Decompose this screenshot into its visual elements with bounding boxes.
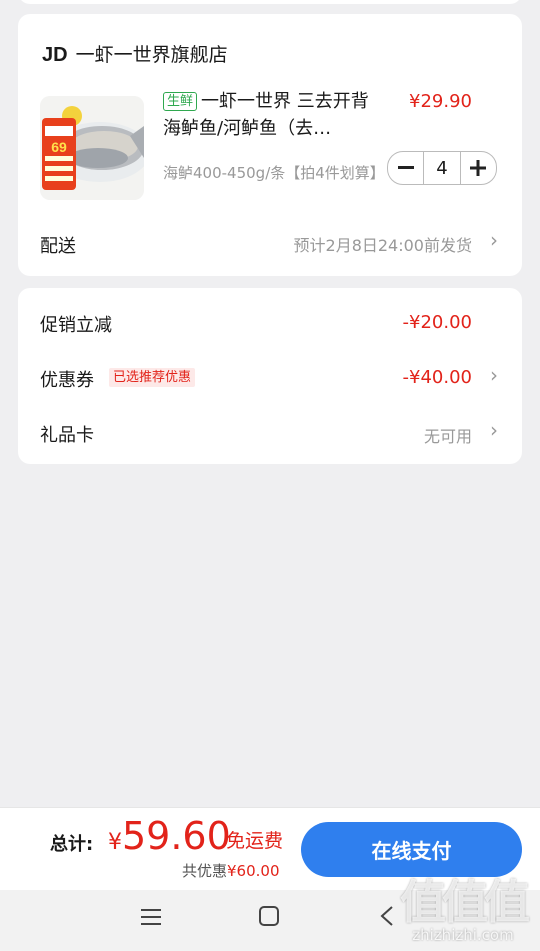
total-amount: ¥59.60: [108, 814, 231, 858]
currency-symbol: ¥: [108, 830, 122, 855]
back-icon[interactable]: [380, 904, 394, 932]
store-brand: JD: [42, 44, 68, 66]
product-price: ¥29.90: [409, 91, 472, 112]
image-badge-price: 69: [51, 139, 67, 155]
total-number: 59.60: [122, 814, 231, 858]
home-square-icon[interactable]: [259, 904, 279, 932]
store-card: JD 一虾一世界旗舰店 69 生鲜 一虾一世界 三去开背海鲈鱼/河鲈鱼（去… ¥29…: [18, 14, 522, 276]
store-name: 一虾一世界旗舰店: [75, 44, 228, 66]
discount-summary: 共优惠¥60.00: [182, 860, 280, 881]
promo-value: -¥20.00: [402, 312, 472, 333]
giftcard-value[interactable]: 无可用: [424, 423, 472, 447]
store-title[interactable]: JD 一虾一世界旗舰店: [42, 40, 228, 67]
chevron-right-icon[interactable]: ›: [490, 363, 498, 387]
discount-amount: ¥60.00: [227, 862, 280, 880]
coupon-label: 优惠券: [40, 370, 94, 391]
coupon-tag: 已选推荐优惠: [109, 368, 196, 387]
free-shipping-label: 免运费: [226, 830, 284, 852]
product-image[interactable]: 69: [40, 96, 144, 200]
chevron-right-icon[interactable]: ›: [490, 228, 498, 252]
promotions-card: 促销立减 -¥20.00 优惠券 已选推荐优惠 -¥40.00 › 礼品卡 无可…: [18, 288, 522, 464]
discount-label: 共优惠: [182, 862, 228, 880]
watermark-url: zhizhizhi.com: [412, 926, 514, 944]
delivery-label: 配送: [40, 236, 76, 257]
menu-icon[interactable]: [141, 904, 161, 932]
promo-label: 促销立减: [40, 315, 112, 336]
coupon-value[interactable]: -¥40.00: [403, 367, 472, 388]
chevron-right-icon[interactable]: ›: [490, 418, 498, 442]
minus-icon[interactable]: [388, 152, 423, 184]
quantity-value[interactable]: 4: [423, 152, 461, 184]
watermark-logo: 值值值: [400, 875, 530, 929]
fish-image-icon: 69: [40, 96, 144, 200]
previous-card-edge: [18, 0, 522, 4]
quantity-stepper: 4: [387, 151, 497, 185]
fresh-tag: 生鲜: [163, 92, 198, 111]
giftcard-label: 礼品卡: [40, 425, 94, 446]
plus-icon[interactable]: [461, 152, 496, 184]
total-label: 总计:: [50, 834, 94, 855]
delivery-value[interactable]: 预计2月8日24:00前发货: [294, 232, 472, 256]
product-title[interactable]: 生鲜 一虾一世界 三去开背海鲈鱼/河鲈鱼（去…: [163, 88, 378, 142]
product-spec: 海鲈400-450g/条【拍4件划算】: [163, 164, 385, 182]
